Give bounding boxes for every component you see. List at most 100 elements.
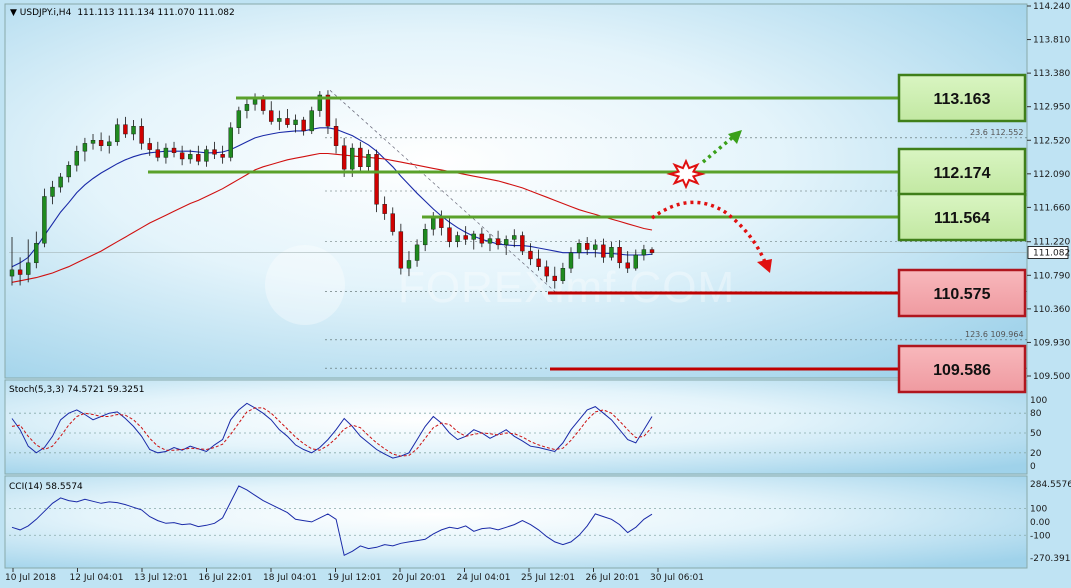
bearish-candle	[285, 118, 290, 125]
bullish-candle	[252, 98, 258, 105]
cci-panel	[4, 475, 1028, 569]
chart-header: ▼ USDJPY.i,H4 111.113 111.134 111.070 111…	[10, 8, 235, 18]
bearish-candle	[179, 152, 185, 160]
bearish-candle	[98, 140, 104, 146]
bearish-candle	[528, 250, 533, 260]
bearish-candle	[398, 231, 404, 269]
support-level-label: 109.586	[933, 362, 991, 379]
symbol-label: USDJPY.i,H4	[20, 8, 72, 18]
bullish-candle	[244, 104, 250, 111]
time-tick-label: 30 Jul 06:01	[650, 573, 704, 583]
bullish-candle	[74, 150, 80, 166]
bullish-candle	[188, 154, 193, 160]
time-tick-label: 20 Jul 20:01	[392, 573, 446, 583]
resistance-level-label: 111.564	[934, 210, 990, 227]
bullish-candle	[90, 140, 96, 144]
bearish-candle	[147, 143, 152, 150]
bullish-candle	[34, 243, 39, 264]
bullish-candle	[50, 186, 55, 197]
bullish-candle	[9, 269, 15, 277]
bearish-candle	[374, 154, 379, 205]
bearish-candle	[382, 204, 387, 214]
bullish-candle	[568, 252, 574, 269]
bearish-candle	[171, 147, 177, 153]
bullish-candle	[58, 176, 63, 188]
time-tick-label: 26 Jul 20:01	[586, 573, 640, 583]
bearish-candle	[301, 119, 306, 132]
bearish-candle	[601, 244, 606, 258]
time-tick-label: 19 Jul 12:01	[328, 573, 382, 583]
price-tick-label: 114.240	[1033, 2, 1070, 12]
price-tick-label: 110.360	[1033, 305, 1070, 315]
fibonacci-label: 23.6 112.552	[970, 128, 1023, 137]
bearish-candle	[552, 275, 557, 281]
stoch-tick-label: 80	[1030, 409, 1042, 419]
cci-tick-label: -270.3915	[1030, 554, 1071, 564]
time-tick-label: 13 Jul 12:01	[134, 573, 188, 583]
bullish-candle	[131, 126, 136, 135]
stoch-tick-label: 0	[1030, 462, 1036, 472]
bullish-candle	[422, 229, 428, 246]
bullish-candle	[593, 244, 598, 250]
price-tick-label: 112.090	[1033, 170, 1070, 180]
bullish-candle	[26, 262, 31, 275]
bullish-candle	[503, 239, 509, 246]
price-tick-label: 113.810	[1033, 36, 1070, 46]
price-tick-label: 112.950	[1033, 103, 1070, 113]
bearish-candle	[333, 126, 339, 146]
breakout-burst-icon	[666, 158, 706, 190]
bullish-candle	[512, 235, 517, 240]
bullish-candle	[293, 119, 298, 125]
bearish-candle	[325, 94, 331, 127]
bearish-candle	[139, 126, 144, 144]
bearish-candle	[625, 262, 630, 269]
bullish-candle	[107, 141, 112, 146]
cci-tick-label: 100	[1030, 505, 1047, 515]
bearish-candle	[520, 235, 525, 252]
bearish-candle	[341, 145, 347, 170]
bearish-candle	[463, 235, 468, 240]
trading-chart: FOREXimf.COM ▼ USDJPY.i,H4 111.113 111.13…	[4, 2, 1071, 583]
cci-tick-label: -100	[1030, 531, 1051, 541]
bullish-candle	[406, 260, 412, 269]
header-arrow: ▼	[10, 8, 20, 18]
bullish-candle	[309, 110, 314, 132]
cci-tick-label: 284.5576	[1030, 480, 1071, 490]
price-tick-label: 110.790	[1033, 271, 1070, 281]
bearish-candle	[536, 258, 541, 267]
bullish-candle	[204, 149, 209, 162]
bullish-candle	[609, 247, 614, 258]
bearish-candle	[212, 149, 217, 155]
resistance-level-label: 112.174	[934, 165, 991, 182]
bearish-candle	[584, 243, 590, 250]
bearish-candle	[196, 154, 201, 162]
bearish-candle	[358, 147, 363, 168]
bullish-candle	[633, 254, 638, 269]
price-tick-label: 113.380	[1033, 69, 1070, 79]
watermark-text: FOREXimf.COM	[398, 263, 735, 312]
bearish-candle	[439, 218, 444, 228]
bearish-candle	[649, 249, 655, 253]
bullish-candle	[236, 110, 242, 128]
cci-tick-label: 0.00	[1030, 518, 1050, 528]
time-tick-label: 10 Jul 2018	[5, 573, 56, 583]
time-tick-label: 25 Jul 12:01	[521, 573, 575, 583]
bullish-candle	[455, 235, 460, 242]
current-price-label: 111.082	[1033, 249, 1070, 259]
bullish-candle	[277, 118, 282, 122]
resistance-level-label: 113.163	[934, 91, 991, 108]
fibonacci-label: 123.6 109.964	[965, 330, 1024, 339]
bearish-candle	[544, 266, 549, 277]
bearish-candle	[155, 149, 161, 158]
bearish-candle	[260, 98, 266, 111]
bullish-candle	[487, 238, 493, 244]
bearish-candle	[495, 238, 501, 246]
price-tick-label: 112.520	[1033, 136, 1070, 146]
stoch-tick-label: 50	[1030, 429, 1042, 439]
bullish-candle	[431, 218, 436, 230]
stoch-tick-label: 20	[1030, 449, 1042, 459]
price-tick-label: 109.930	[1033, 338, 1070, 348]
bullish-candle	[42, 196, 47, 244]
bullish-candle	[414, 244, 420, 261]
bearish-candle	[447, 227, 452, 242]
